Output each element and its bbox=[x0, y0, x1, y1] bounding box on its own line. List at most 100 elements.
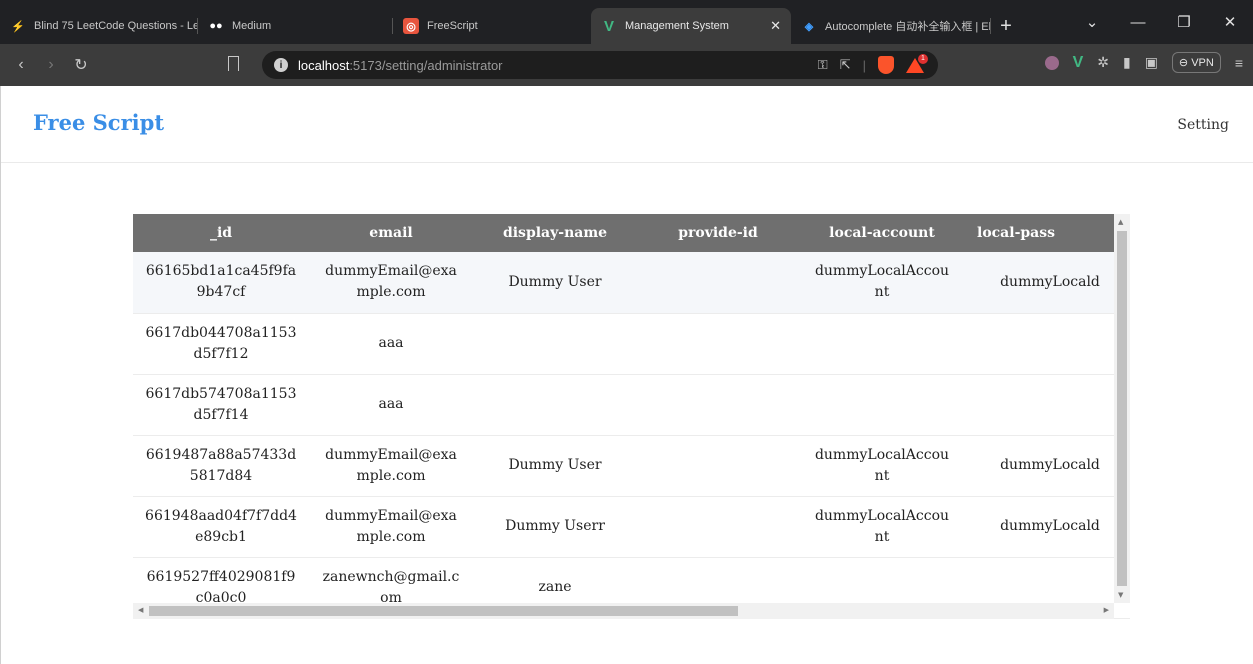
bookmark-icon[interactable] bbox=[228, 56, 239, 71]
window-edge bbox=[0, 86, 1, 664]
data-table: _id email display-name provide-id local-… bbox=[133, 214, 1130, 619]
cell-local-pass: dummyLocald bbox=[965, 252, 1130, 314]
vertical-scroll-thumb[interactable] bbox=[1117, 231, 1127, 586]
element-icon: ◈ bbox=[804, 20, 814, 33]
key-icon[interactable]: ⚿ bbox=[818, 57, 828, 73]
sidebar-icon[interactable]: ▮ bbox=[1123, 54, 1131, 71]
cell-email: dummyEmail@example.com bbox=[309, 496, 473, 558]
browser-tab-management-system[interactable]: V Management System ✕ bbox=[591, 8, 791, 44]
cell-id: 6619487a88a57433d5817d84 bbox=[133, 435, 309, 497]
back-icon[interactable]: ‹ bbox=[6, 56, 36, 74]
cell-email: dummyEmail@example.com bbox=[309, 252, 473, 314]
table-row[interactable]: 66165bd1a1ca45f9fa9b47cf dummyEmail@exam… bbox=[133, 252, 1130, 314]
cell-display-name: Dummy User bbox=[473, 435, 637, 497]
vue-devtools-icon[interactable]: V bbox=[1073, 54, 1084, 72]
scroll-up-icon[interactable]: ▲ bbox=[1118, 218, 1123, 226]
column-header-local-pass: local-pass bbox=[965, 214, 1130, 252]
cell-email: aaa bbox=[309, 374, 473, 436]
vertical-scrollbar[interactable]: ▲ ▼ bbox=[1114, 214, 1130, 603]
tab-title: Autocomplete 自动补全输入框 | Ele bbox=[825, 21, 991, 33]
horizontal-scrollbar[interactable]: ◀ ▶ bbox=[133, 603, 1114, 619]
minimize-icon[interactable]: — bbox=[1115, 14, 1161, 31]
cell-id: 6617db574708a1153d5f7f14 bbox=[133, 374, 309, 436]
cell-provide-id bbox=[637, 435, 799, 497]
url-host: localhost bbox=[298, 57, 350, 73]
table-row[interactable]: 6617db044708a1153d5f7f12 aaa bbox=[133, 313, 1130, 375]
rewards-badge: 1 bbox=[918, 53, 928, 64]
table-row[interactable]: 661948aad04f7f7dd4e89cb1 dummyEmail@exam… bbox=[133, 496, 1130, 558]
table-header-row: _id email display-name provide-id local-… bbox=[133, 214, 1130, 252]
tab-search-icon[interactable]: ⌄ bbox=[1069, 13, 1115, 31]
cell-provide-id bbox=[637, 252, 799, 314]
new-tab-button[interactable]: + bbox=[991, 8, 1021, 44]
brand-logo[interactable]: Free Script bbox=[33, 110, 164, 135]
close-tab-icon[interactable]: ✕ bbox=[770, 18, 781, 34]
cell-display-name: Dummy Userr bbox=[473, 496, 637, 558]
page-content: Free Script Setting _id email display-na… bbox=[0, 86, 1253, 664]
address-bar-actions: ⚿ ⇱ | 1 bbox=[818, 53, 928, 74]
vpn-label: VPN bbox=[1191, 57, 1214, 69]
table-row[interactable]: 6619487a88a57433d5817d84 dummyEmail@exam… bbox=[133, 435, 1130, 497]
cell-local-account bbox=[799, 313, 965, 375]
column-header-display-name: display-name bbox=[473, 214, 637, 252]
cell-local-pass bbox=[965, 374, 1130, 436]
cell-id: 6617db044708a1153d5f7f12 bbox=[133, 313, 309, 375]
browser-tab-strip: ⚡ Blind 75 LeetCode Questions - Leet ●● … bbox=[0, 0, 1253, 44]
cell-local-account: dummyLocalAccount bbox=[799, 435, 965, 497]
url-path: :5173/setting/administrator bbox=[349, 57, 503, 73]
cell-email: dummyEmail@example.com bbox=[309, 435, 473, 497]
app-header: Free Script Setting bbox=[0, 86, 1253, 163]
browser-toolbar: ‹ › ↻ i localhost:5173/setting/administr… bbox=[0, 44, 1253, 86]
table-row[interactable]: 6617db574708a1153d5f7f14 aaa bbox=[133, 374, 1130, 436]
cell-display-name bbox=[473, 313, 637, 375]
column-header-email: email bbox=[309, 214, 473, 252]
cell-email: aaa bbox=[309, 313, 473, 375]
tab-title: Management System bbox=[625, 20, 729, 32]
column-header-id: _id bbox=[133, 214, 309, 252]
vue-icon: V bbox=[603, 17, 614, 35]
vpn-button[interactable]: ⊖ VPN bbox=[1171, 52, 1221, 73]
nav-setting-link[interactable]: Setting bbox=[1177, 117, 1229, 133]
cell-provide-id bbox=[637, 496, 799, 558]
scroll-right-icon[interactable]: ▶ bbox=[1104, 606, 1109, 614]
cell-local-account: dummyLocalAccount bbox=[799, 496, 965, 558]
medium-icon: ●● bbox=[209, 20, 223, 32]
restore-icon[interactable]: ❐ bbox=[1161, 13, 1207, 31]
cell-local-account: dummyLocalAccount bbox=[799, 252, 965, 314]
site-info-icon[interactable]: i bbox=[274, 58, 288, 72]
horizontal-scroll-thumb[interactable] bbox=[149, 606, 738, 616]
forward-icon[interactable]: › bbox=[36, 56, 66, 74]
cell-local-pass: dummyLocald bbox=[965, 496, 1130, 558]
cell-display-name: Dummy User bbox=[473, 252, 637, 314]
browser-tab-freescript[interactable]: ◎ FreeScript bbox=[393, 8, 591, 44]
share-icon[interactable]: ⇱ bbox=[840, 57, 851, 73]
scroll-down-icon[interactable]: ▼ bbox=[1118, 591, 1123, 599]
divider: | bbox=[862, 57, 866, 73]
reload-icon[interactable]: ↻ bbox=[66, 55, 96, 75]
cell-local-pass: dummyLocald bbox=[965, 435, 1130, 497]
cell-id: 66165bd1a1ca45f9fa9b47cf bbox=[133, 252, 309, 314]
tab-title: Medium bbox=[232, 20, 272, 32]
menu-icon[interactable]: ≡ bbox=[1235, 55, 1243, 71]
scroll-left-icon[interactable]: ◀ bbox=[138, 606, 143, 614]
tab-title: Blind 75 LeetCode Questions - Leet bbox=[34, 20, 198, 32]
cell-provide-id bbox=[637, 313, 799, 375]
extensions-area: V ✲ ▮ ▣ ⊖ VPN ≡ bbox=[1044, 52, 1243, 73]
wallet-icon[interactable]: ▣ bbox=[1145, 54, 1158, 71]
cell-local-pass bbox=[965, 313, 1130, 375]
extension-icon[interactable] bbox=[1044, 55, 1059, 70]
close-window-icon[interactable]: ✕ bbox=[1207, 13, 1253, 31]
brave-rewards-icon[interactable]: 1 bbox=[906, 53, 928, 73]
browser-tab-medium[interactable]: ●● Medium bbox=[198, 8, 393, 44]
administrator-table: _id email display-name provide-id local-… bbox=[133, 214, 1130, 619]
cell-provide-id bbox=[637, 374, 799, 436]
brave-shields-icon[interactable] bbox=[878, 56, 894, 74]
freescript-icon: ◎ bbox=[403, 18, 419, 34]
address-bar[interactable]: i localhost:5173/setting/administrator ⚿… bbox=[262, 51, 938, 79]
extensions-puzzle-icon[interactable]: ✲ bbox=[1097, 54, 1109, 71]
tab-separator bbox=[990, 18, 991, 34]
browser-tab-autocomplete[interactable]: ◈ Autocomplete 自动补全输入框 | Ele bbox=[791, 8, 991, 44]
browser-tab-leetcode[interactable]: ⚡ Blind 75 LeetCode Questions - Leet bbox=[0, 8, 198, 44]
cell-local-account bbox=[799, 374, 965, 436]
column-header-provide-id: provide-id bbox=[637, 214, 799, 252]
